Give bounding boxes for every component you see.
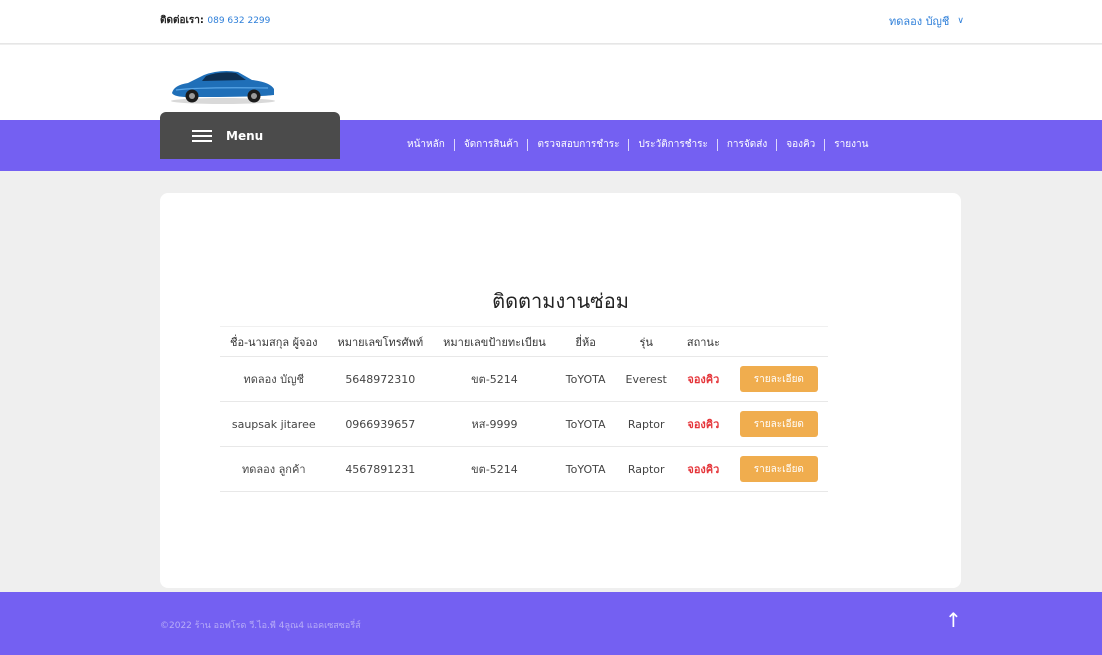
top-bar: ติดต่อเรา: 089 632 2299 ทดลอง บัญชี ∨ (0, 0, 1102, 44)
repair-tracking-table: ชื่อ-นามสกุล ผู้จอง หมายเลขโทรศัพท์ หมาย… (220, 326, 828, 492)
nav-item-booking[interactable]: จองคิว (777, 137, 824, 152)
contact-phone[interactable]: 089 632 2299 (207, 16, 270, 26)
cell-brand: ToYOTA (555, 446, 616, 492)
cell-brand: ToYOTA (555, 401, 616, 447)
logo-area (0, 45, 1102, 120)
nav-item-home[interactable]: หน้าหลัก (398, 137, 454, 152)
cell-model: Raptor (615, 401, 677, 447)
nav-item-payment-history[interactable]: ประวัติการชำระ (629, 137, 716, 152)
column-header-name: ชื่อ-นามสกุล ผู้จอง (220, 326, 328, 357)
copyright-text: ©2022 ร้าน ออฟโรด วี.ไอ.พี 4ลูณ4 แอคเซสซ… (160, 621, 361, 631)
table-header-row: ชื่อ-นามสกุล ผู้จอง หมายเลขโทรศัพท์ หมาย… (220, 326, 828, 357)
account-dropdown[interactable]: ทดลอง บัญชี ∨ (889, 12, 964, 30)
cell-name: ทดลอง ลูกค้า (220, 446, 328, 492)
column-header-action (729, 326, 828, 357)
column-header-plate: หมายเลขป้ายทะเบียน (433, 326, 556, 357)
nav-item-delivery[interactable]: การจัดส่ง (718, 137, 776, 152)
table-row: ทดลอง บัญชี 5648972310 ขต-5214 ToYOTA Ev… (220, 356, 828, 402)
column-header-brand: ยี่ห้อ (555, 326, 616, 357)
details-button[interactable]: รายละเอียด (739, 366, 818, 392)
contact-info: ติดต่อเรา: 089 632 2299 (160, 13, 270, 28)
hamburger-icon (192, 129, 212, 142)
cell-plate: หส-9999 (433, 401, 556, 447)
cell-model: Raptor (615, 446, 677, 492)
column-header-model: รุ่น (615, 326, 677, 357)
status-badge: จองคิว (676, 446, 730, 492)
cell-plate: ขต-5214 (433, 446, 556, 492)
table-row: saupsak jitaree 0966939657 หส-9999 ToYOT… (220, 401, 828, 447)
footer: ©2022 ร้าน ออฟโรด วี.ไอ.พี 4ลูณ4 แอคเซสซ… (0, 592, 1102, 655)
nav-links: หน้าหลัก จัดการสินค้า ตรวจสอบการชำระ ประ… (398, 137, 877, 152)
nav-item-report[interactable]: รายงาน (825, 137, 877, 152)
column-header-status: สถานะ (676, 326, 730, 357)
nav-item-check-payment[interactable]: ตรวจสอบการชำระ (528, 137, 628, 152)
cell-plate: ขต-5214 (433, 356, 556, 402)
cell-phone: 5648972310 (327, 356, 434, 402)
cell-action: รายละเอียด (729, 401, 828, 447)
menu-label: Menu (226, 128, 264, 143)
page-title: ติดตามงานซ่อม (492, 289, 629, 313)
chevron-down-icon: ∨ (957, 16, 964, 26)
cell-phone: 4567891231 (327, 446, 434, 492)
content-card: ติดตามงานซ่อม ชื่อ-นามสกุล ผู้จอง หมายเล… (160, 193, 961, 588)
account-name: ทดลอง บัญชี (888, 15, 950, 28)
cell-model: Everest (615, 356, 677, 402)
menu-button[interactable]: Menu (160, 112, 340, 159)
details-button[interactable]: รายละเอียด (739, 456, 818, 482)
cell-name: saupsak jitaree (220, 401, 328, 447)
status-badge: จองคิว (676, 356, 730, 402)
details-button[interactable]: รายละเอียด (739, 411, 818, 437)
column-header-phone: หมายเลขโทรศัพท์ (327, 326, 434, 357)
nav-item-manage-products[interactable]: จัดการสินค้า (455, 137, 528, 152)
cell-name: ทดลอง บัญชี (220, 356, 328, 402)
cell-brand: ToYOTA (555, 356, 616, 402)
cell-action: รายละเอียด (729, 356, 828, 402)
arrow-up-icon[interactable]: ↑ (945, 608, 962, 632)
car-logo[interactable] (168, 63, 278, 105)
table-row: ทดลอง ลูกค้า 4567891231 ขต-5214 ToYOTA R… (220, 446, 828, 492)
contact-label: ติดต่อเรา: (160, 15, 204, 26)
cell-phone: 0966939657 (327, 401, 434, 447)
main-navbar: Menu หน้าหลัก จัดการสินค้า ตรวจสอบการชำร… (0, 112, 1102, 171)
status-badge: จองคิว (676, 401, 730, 447)
cell-action: รายละเอียด (729, 446, 828, 492)
